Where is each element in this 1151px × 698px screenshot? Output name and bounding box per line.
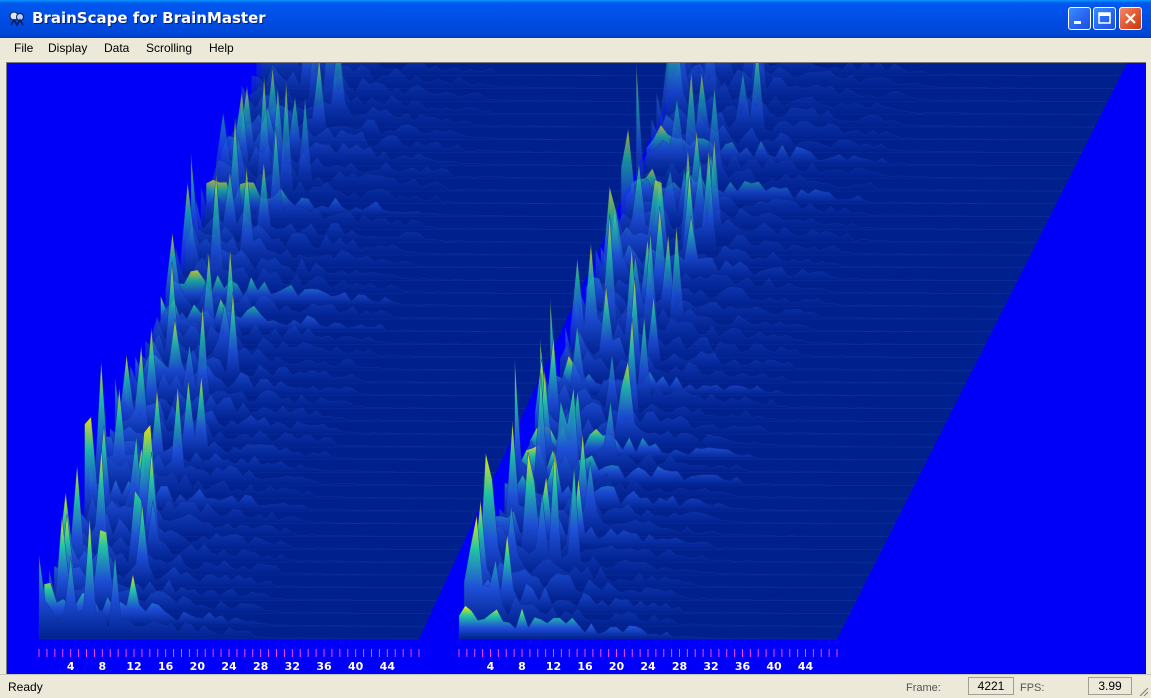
axis-label: 20 (190, 660, 206, 673)
menu-bar: File Display Data Scrolling Help (0, 38, 1151, 60)
axis-label: 36 (735, 660, 751, 673)
fps-label: FPS: (1020, 682, 1045, 694)
axis-label: 24 (640, 660, 656, 673)
window-title: BrainScape for BrainMaster (32, 9, 266, 27)
spectrogram-scene: 4 8 12 16 20 24 28 32 36 40 44 4 8 12 16 20 24 28 32 36 40 44 (38, 63, 1127, 673)
close-icon (1125, 13, 1136, 24)
menu-display[interactable]: Display (48, 41, 87, 55)
menu-scrolling[interactable]: Scrolling (146, 41, 192, 55)
minimize-button[interactable] (1068, 7, 1091, 30)
status-text: Ready (8, 680, 43, 694)
maximize-icon (1098, 12, 1111, 24)
axis-label: 40 (766, 660, 782, 673)
axis-label: 12 (126, 660, 141, 673)
axis-label: 12 (546, 660, 561, 673)
axis-label: 32 (703, 660, 718, 673)
app-window: BrainScape for BrainMaster File Display … (0, 0, 1151, 698)
menu-help[interactable]: Help (209, 41, 234, 55)
maximize-button[interactable] (1093, 7, 1116, 30)
axis-label: 16 (577, 660, 593, 673)
axis-label: 40 (348, 660, 364, 673)
resize-grip-icon[interactable] (1137, 685, 1149, 697)
title-bar[interactable]: BrainScape for BrainMaster (0, 0, 1151, 39)
menu-data[interactable]: Data (104, 41, 129, 55)
axis-label: 16 (158, 660, 174, 673)
axis-label: 20 (609, 660, 625, 673)
axis-label: 36 (316, 660, 332, 673)
axis-label: 28 (253, 660, 268, 673)
axis-label: 8 (518, 660, 526, 673)
status-bar: Ready Frame: 4221 FPS: 3.99 (0, 674, 1151, 698)
brainscape-app-icon (9, 11, 24, 27)
axis-label: 8 (99, 660, 107, 673)
minimize-icon (1074, 21, 1081, 24)
close-button[interactable] (1119, 7, 1142, 30)
axis-label: 44 (798, 660, 814, 673)
spectrogram-viewport[interactable]: 4 8 12 16 20 24 28 32 36 40 44 4 8 12 16 20 24 28 32 36 40 44 (6, 62, 1146, 675)
frame-value: 4221 (968, 677, 1014, 695)
axis-label: 28 (672, 660, 687, 673)
axis-label: 24 (221, 660, 237, 673)
fps-value: 3.99 (1088, 677, 1132, 695)
axis-label: 32 (285, 660, 300, 673)
axis-label: 4 (487, 660, 495, 673)
frame-label: Frame: (906, 682, 941, 694)
axis-label: 4 (67, 660, 75, 673)
menu-file[interactable]: File (14, 41, 33, 55)
axis-label: 44 (380, 660, 396, 673)
